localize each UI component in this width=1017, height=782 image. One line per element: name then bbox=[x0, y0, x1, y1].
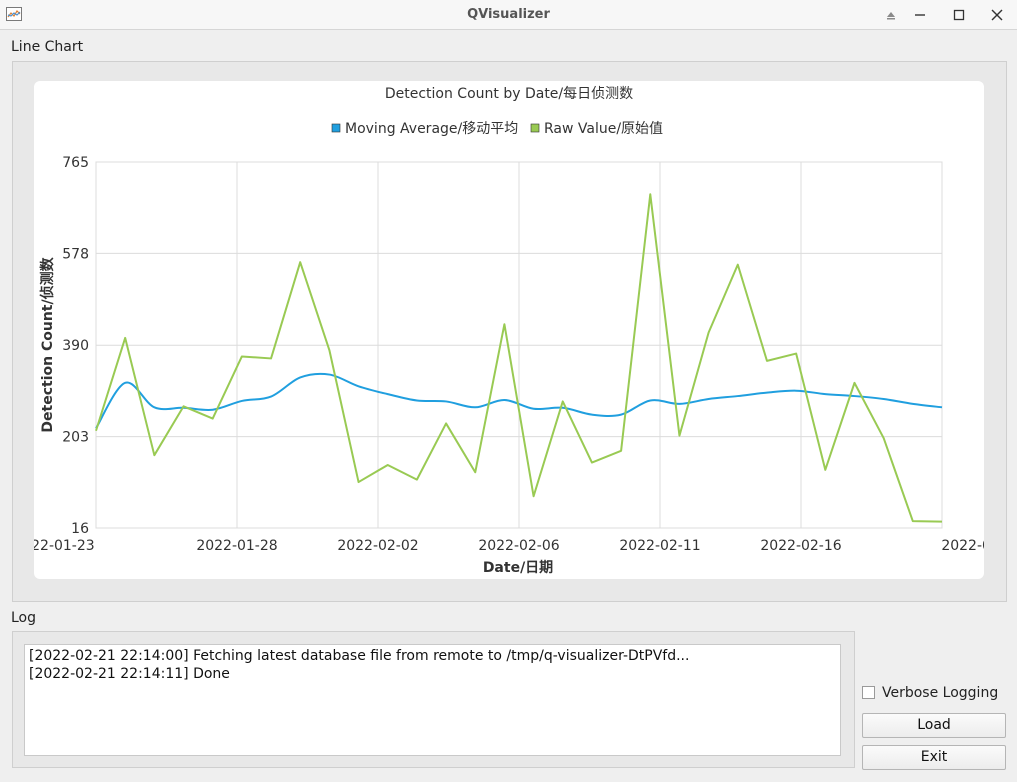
log-text-area[interactable]: [2022-02-21 22:14:00] Fetching latest da… bbox=[24, 644, 841, 756]
x-axis-ticks: 2022-01-23 2022-01-28 2022-02-02 2022-02-06… bbox=[34, 538, 984, 554]
close-icon[interactable] bbox=[987, 5, 1007, 25]
chart-legend: Moving Average/移动平均 Raw Value/原始值 bbox=[331, 121, 663, 137]
title-bar: QVisualizer bbox=[0, 0, 1017, 30]
exit-button[interactable]: Exit bbox=[862, 745, 1006, 770]
verbose-logging-label: Verbose Logging bbox=[882, 685, 999, 701]
checkbox-box[interactable] bbox=[862, 686, 875, 699]
load-button[interactable]: Load bbox=[862, 713, 1006, 738]
chart-grid bbox=[95, 161, 943, 529]
legend-swatch bbox=[331, 123, 341, 133]
legend-swatch bbox=[530, 123, 540, 133]
legend-label: Moving Average/移动平均 bbox=[345, 121, 518, 137]
maximize-icon[interactable] bbox=[949, 5, 969, 25]
x-tick-label: 2022-02-06 bbox=[478, 538, 559, 554]
keep-above-icon[interactable] bbox=[881, 5, 901, 25]
legend-label: Raw Value/原始值 bbox=[544, 121, 663, 137]
y-axis-label: Detection Count/侦测数 bbox=[39, 256, 56, 432]
minimize-icon[interactable] bbox=[910, 5, 930, 25]
x-tick-label: 2022-02-02 bbox=[337, 538, 418, 554]
y-tick-label: 203 bbox=[62, 430, 89, 446]
x-tick-label: 2022-01-28 bbox=[196, 538, 277, 554]
y-tick-label: 16 bbox=[71, 521, 89, 537]
log-group-label: Log bbox=[11, 610, 37, 626]
x-tick-label: 2022-02-21 bbox=[941, 538, 984, 554]
x-tick-label: 2022-02-16 bbox=[760, 538, 841, 554]
x-tick-label: 2022-01-23 bbox=[34, 538, 95, 554]
y-tick-label: 390 bbox=[62, 338, 89, 354]
y-tick-label: 765 bbox=[62, 155, 89, 171]
log-line: [2022-02-21 22:14:11] Done bbox=[29, 666, 230, 682]
y-axis-ticks: 16 203 390 578 765 bbox=[62, 155, 89, 537]
chart-group-label: Line Chart bbox=[11, 39, 84, 55]
window-title: QVisualizer bbox=[467, 7, 550, 22]
log-line: [2022-02-21 22:14:00] Fetching latest da… bbox=[29, 648, 690, 664]
x-axis-label: Date/日期 bbox=[483, 560, 553, 576]
chart-title: Detection Count by Date/每日侦测数 bbox=[385, 86, 633, 102]
x-tick-label: 2022-02-11 bbox=[619, 538, 700, 554]
line-chart: Detection Count by Date/每日侦测数 Moving Ave… bbox=[34, 86, 984, 576]
y-tick-label: 578 bbox=[62, 246, 89, 262]
